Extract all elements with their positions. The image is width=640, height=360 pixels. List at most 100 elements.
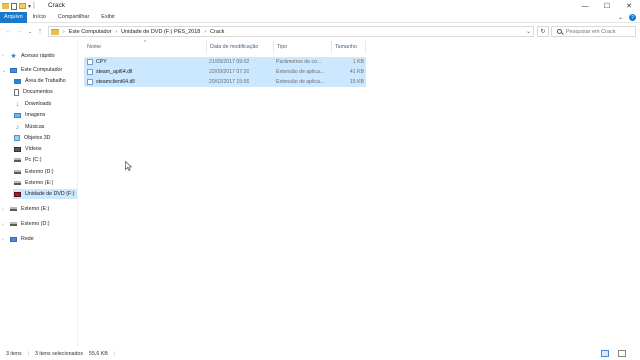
close-button[interactable]: ✕ xyxy=(618,0,640,12)
folder-icon xyxy=(51,28,59,35)
sidebar-item-3d-objects[interactable]: Objetos 3D xyxy=(14,133,51,143)
sidebar-item-dvd-drive[interactable]: Unidade de DVD (F:) xyxy=(13,189,77,199)
navigation-pane: › ★ Acesso rápido ⌄ Este Computador Área… xyxy=(0,41,78,346)
sidebar-item-drive-c[interactable]: Pc (C:) xyxy=(14,155,41,165)
drive-icon xyxy=(14,181,21,185)
sidebar-item-drive-e[interactable]: Externo (E:) xyxy=(14,178,53,188)
details-view-icon[interactable] xyxy=(601,350,609,357)
breadcrumb-dvd-drive[interactable]: Unidade de DVD (F:) PES_2018 xyxy=(121,29,200,35)
file-date: 22/09/2017 07:20 xyxy=(209,69,250,75)
sidebar-item-label: Músicas xyxy=(25,124,45,130)
selected-size: 55,6 KB xyxy=(89,351,108,357)
file-row[interactable]: steamclient64.dll 20/02/2017 15:56 Exten… xyxy=(84,77,366,87)
sidebar-item-external-e[interactable]: Externo (E:) xyxy=(10,204,49,214)
file-row[interactable]: CPY 21/09/2017 09:02 Parâmetros de co...… xyxy=(84,57,366,67)
back-button[interactable]: ← xyxy=(3,24,13,39)
sidebar-item-downloads[interactable]: ↓ Downloads xyxy=(14,99,51,109)
sidebar-item-documents[interactable]: Documentos xyxy=(14,87,53,97)
sidebar-item-pictures[interactable]: Imagens xyxy=(14,110,45,120)
window-controls: — ☐ ✕ xyxy=(574,0,640,12)
sidebar-item-desktop[interactable]: Área de Trabalho xyxy=(14,76,66,86)
sidebar-item-drive-d[interactable]: Externo (D:) xyxy=(14,167,54,177)
videos-icon xyxy=(14,146,21,152)
sidebar-item-label: Área de Trabalho xyxy=(25,78,66,84)
large-icons-view-icon[interactable] xyxy=(618,350,626,357)
maximize-button[interactable]: ☐ xyxy=(596,0,618,12)
selected-count: 3 itens selecionados xyxy=(35,351,83,357)
pictures-icon xyxy=(14,112,21,118)
ribbon-tabs: Arquivo Início Compartilhar Exibir ⌄ ? xyxy=(0,11,640,23)
file-row[interactable]: steam_api64.dll 22/09/2017 07:20 Extensã… xyxy=(84,67,366,77)
mouse-cursor-icon xyxy=(125,161,132,171)
expand-ribbon-icon[interactable]: ⌄ xyxy=(618,14,623,21)
title-bar: ▾ | Crack — ☐ ✕ xyxy=(0,0,640,12)
sidebar-item-label: Pc (C:) xyxy=(25,157,42,163)
help-icon[interactable]: ? xyxy=(629,14,636,21)
sidebar-item-label: Documentos xyxy=(23,89,53,95)
search-box[interactable]: Pesquisar em Crack xyxy=(551,26,636,37)
file-type: Extensão de aplica... xyxy=(276,79,325,85)
select-checkbox[interactable] xyxy=(87,79,93,85)
select-checkbox[interactable] xyxy=(87,69,93,75)
up-button[interactable]: ↑ xyxy=(35,24,45,39)
tab-view[interactable]: Exibir xyxy=(95,12,121,23)
file-size: 1 KB xyxy=(352,59,364,65)
status-divider: | xyxy=(113,351,116,357)
sidebar-item-videos[interactable]: Vídeos xyxy=(14,144,42,154)
refresh-button[interactable]: ↻ xyxy=(537,26,549,37)
column-header-size[interactable]: Tamanho xyxy=(332,41,366,53)
sidebar-item-label: Objetos 3D xyxy=(24,135,51,141)
recent-locations-button[interactable]: ⌄ xyxy=(25,24,35,39)
star-icon: ★ xyxy=(10,52,17,60)
sidebar-item-network[interactable]: Rede xyxy=(10,234,34,244)
expand-arrow-icon[interactable]: › xyxy=(2,237,4,243)
file-type: Extensão de aplica... xyxy=(276,69,325,75)
sidebar-item-label: Externo (D:) xyxy=(21,221,50,227)
search-input[interactable]: Pesquisar em Crack xyxy=(566,29,616,35)
expand-arrow-icon[interactable]: › xyxy=(2,222,4,228)
forward-button[interactable]: → xyxy=(14,24,24,39)
breadcrumb-separator: › xyxy=(63,28,65,35)
sidebar-item-external-d[interactable]: Externo (D:) xyxy=(10,219,50,229)
navigation-bar: ← → ⌄ ↑ › Este Computador › Unidade de D… xyxy=(0,24,640,39)
collapse-arrow-icon[interactable]: ⌄ xyxy=(2,68,6,74)
folder-icon xyxy=(2,3,9,9)
tab-share[interactable]: Compartilhar xyxy=(52,12,95,23)
drive-icon xyxy=(10,222,17,226)
properties-icon[interactable] xyxy=(11,2,17,10)
file-name-cell: steam_api64.dll xyxy=(87,67,132,77)
breadcrumb-this-pc[interactable]: Este Computador xyxy=(69,29,112,35)
customize-toolbar-icon[interactable]: ▾ xyxy=(28,3,31,10)
sidebar-item-label: Acesso rápido xyxy=(21,53,55,59)
column-header-name[interactable]: Nome xyxy=(84,41,207,53)
sidebar-item-quick-access[interactable]: ★ Acesso rápido xyxy=(10,51,55,61)
item-count: 3 itens xyxy=(6,351,22,357)
breadcrumb-crack[interactable]: Crack xyxy=(210,29,224,35)
tab-home[interactable]: Início xyxy=(27,12,52,23)
sidebar-item-this-pc[interactable]: Este Computador xyxy=(10,65,62,75)
breadcrumb-separator: › xyxy=(204,28,207,35)
computer-icon xyxy=(10,67,17,73)
address-bar[interactable]: › Este Computador › Unidade de DVD (F:) … xyxy=(48,26,534,37)
documents-icon xyxy=(14,88,19,96)
column-header-type[interactable]: Tipo xyxy=(274,41,332,53)
expand-arrow-icon[interactable]: › xyxy=(2,53,4,59)
file-name: steamclient64.dll xyxy=(96,79,135,85)
file-date: 21/09/2017 09:02 xyxy=(209,59,250,65)
new-folder-icon[interactable] xyxy=(19,3,26,9)
expand-arrow-icon[interactable]: › xyxy=(2,207,4,213)
sidebar-item-label: Externo (E:) xyxy=(21,206,50,212)
sidebar-item-label: Externo (E:) xyxy=(25,180,54,186)
column-header-date[interactable]: Data de modificação xyxy=(207,41,274,53)
breadcrumb-separator: › xyxy=(115,28,118,35)
address-dropdown-icon[interactable]: ⌄ xyxy=(526,27,531,37)
select-checkbox[interactable] xyxy=(87,59,93,65)
minimize-button[interactable]: — xyxy=(574,0,596,12)
file-name-cell: steamclient64.dll xyxy=(87,77,135,87)
sidebar-item-label: Unidade de DVD (F:) xyxy=(25,191,75,197)
tab-file[interactable]: Arquivo xyxy=(0,11,27,23)
ribbon-right: ⌄ ? xyxy=(618,12,636,23)
drive-icon xyxy=(10,207,17,211)
sidebar-item-music[interactable]: ♪ Músicas xyxy=(14,122,45,132)
sidebar-item-label: Este Computador xyxy=(21,67,63,73)
